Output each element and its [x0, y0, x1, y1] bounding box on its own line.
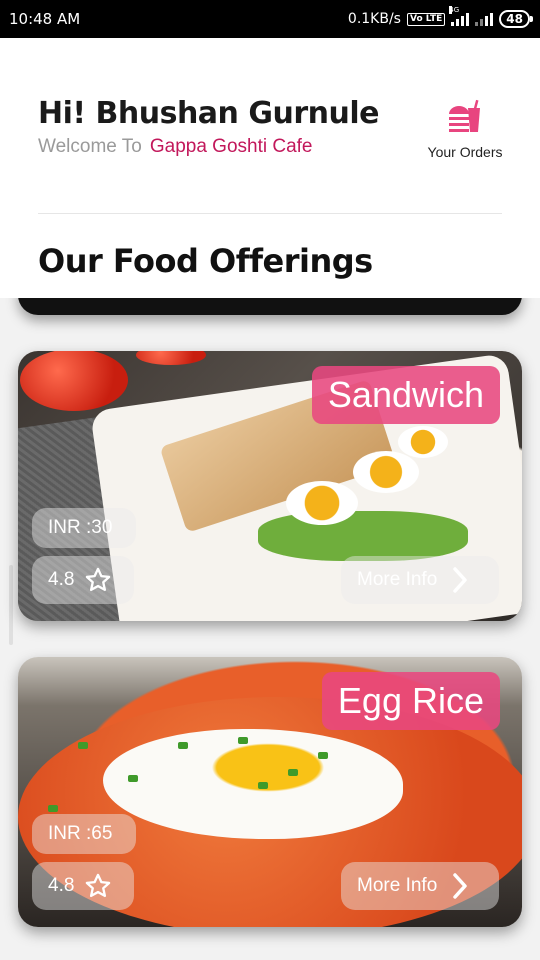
battery-icon: 48 [499, 10, 533, 28]
star-outline-icon [86, 567, 111, 592]
section-title: Our Food Offerings [38, 242, 373, 280]
network-type-label: 4G [449, 6, 460, 14]
welcome-line: Welcome To Gappa Goshti Cafe [38, 136, 313, 158]
more-info-button[interactable]: More Info [341, 556, 499, 604]
food-card-egg-rice[interactable]: Egg Rice INR :65 4.8 More Info [18, 657, 522, 927]
rating-badge: 4.8 [32, 862, 134, 910]
star-outline-icon [86, 873, 111, 898]
food-title-badge: Sandwich [311, 366, 500, 424]
price-badge: INR :65 [32, 814, 136, 854]
more-info-label: More Info [357, 569, 438, 590]
status-bar: 10:48 AM 0.1KB/s Vo LTE 4G 48 [0, 0, 540, 38]
welcome-prefix: Welcome To [38, 136, 142, 157]
volte-icon: Vo LTE [406, 12, 446, 26]
cafe-name: Gappa Goshti Cafe [149, 136, 313, 157]
scrollbar[interactable] [9, 565, 13, 645]
status-icons: 0.1KB/s Vo LTE 4G 48 [347, 6, 533, 28]
app-header: Hi! Bhushan Gurnule Welcome To Gappa Gos… [0, 38, 540, 298]
network-speed: 0.1KB/s [347, 11, 401, 27]
your-orders-label: Your Orders [427, 144, 503, 160]
signal-4g-icon: 4G [449, 6, 470, 26]
chevron-right-icon [453, 567, 468, 593]
more-info-label: More Info [357, 875, 438, 896]
rating-value: 4.8 [48, 569, 75, 590]
food-title-badge: Egg Rice [321, 672, 500, 730]
rating-badge: 4.8 [32, 556, 134, 604]
chevron-right-icon [453, 873, 468, 899]
more-info-button[interactable]: More Info [341, 862, 499, 910]
price-badge: INR :30 [32, 508, 136, 548]
food-orders-icon [449, 99, 480, 132]
your-orders-button[interactable]: Your Orders [420, 98, 510, 160]
greeting-title: Hi! Bhushan Gurnule [38, 96, 379, 131]
header-divider [38, 213, 502, 214]
signal-icon [475, 12, 494, 26]
rating-value: 4.8 [48, 875, 75, 896]
status-time: 10:48 AM [9, 10, 81, 28]
food-card-sandwich[interactable]: Sandwich INR :30 4.8 More Info [18, 351, 522, 621]
